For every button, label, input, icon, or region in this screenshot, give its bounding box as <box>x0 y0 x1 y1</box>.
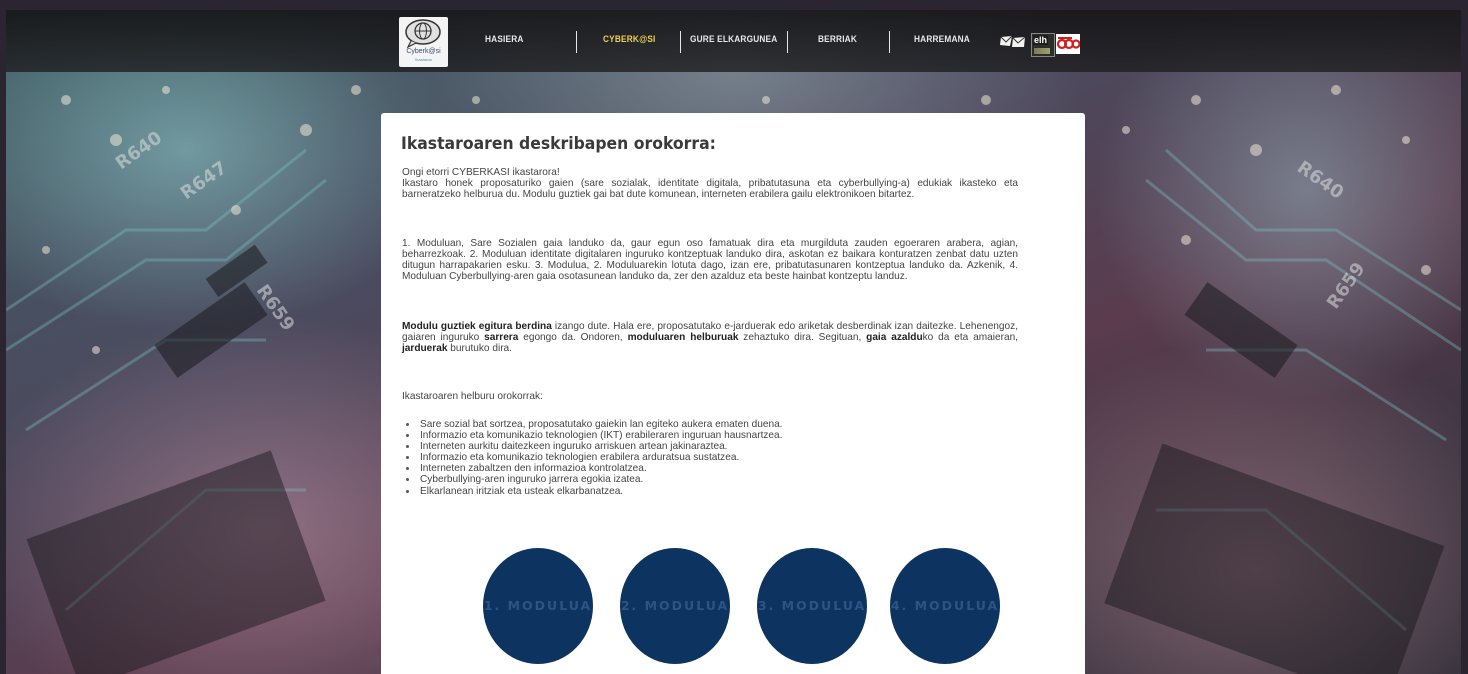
structure-bold-sarrera: sarrera <box>484 332 519 344</box>
page-title: Ikastaroaren deskribapen orokorra: <box>401 134 716 154</box>
structure-bold-helburuak: moduluaren helburuak <box>627 332 739 344</box>
logo-subtext: Ikastaroa <box>415 57 432 62</box>
structure-bold-azaldu: gaia azaldu <box>866 332 923 344</box>
module-4-button[interactable]: 4. MODULUA <box>890 548 1000 664</box>
structure-bold-jarduerak: jarduerak <box>402 343 448 355</box>
red-logo-icon[interactable] <box>1056 34 1080 54</box>
module-3-label: 3. MODULUA <box>757 598 867 613</box>
structure-text: zehaztuko dira. Segituan, <box>738 332 867 344</box>
structure-text: burutuko dira. <box>447 343 512 355</box>
module-2-label: 2. MODULUA <box>620 598 730 613</box>
intro-paragraph: Ongi etorri CYBERKASI ikastarora! Ikasta… <box>402 167 1018 200</box>
nav-divider <box>680 31 681 53</box>
nav-gure-elkargunea[interactable]: GURE ELKARGUNEA <box>690 34 777 44</box>
elh-label: elh <box>1033 35 1049 45</box>
list-item: Interneten zabaltzen den informazioa kon… <box>402 463 783 474</box>
objectives-list: Sare sozial bat sortzea, proposatutako g… <box>402 419 783 497</box>
svg-text:R647: R647 <box>177 157 231 204</box>
welcome-line: Ongi etorri CYBERKASI ikastarora! <box>402 167 560 178</box>
list-item: Elkarlanean iritziak eta usteak elkarban… <box>402 486 783 497</box>
svg-text:R640: R640 <box>112 127 166 174</box>
mail-icon[interactable] <box>1000 35 1026 48</box>
speech-bubbles-globe-icon <box>405 19 441 49</box>
module-4-label: 4. MODULUA <box>890 598 1000 613</box>
module-1-label: 1. MODULUA <box>483 598 593 613</box>
list-item: Informazio eta komunikazio teknologien (… <box>402 430 783 441</box>
cyberkasi-logo[interactable]: Cyberk@si Ikastaroa <box>399 17 448 67</box>
structure-text: egongo da. Ondoren, <box>518 332 628 344</box>
objectives-heading: Ikastaroaren helburu orokorrak: <box>402 391 543 402</box>
structure-text: ko da eta amaieran, <box>922 332 1018 344</box>
intro-body: Ikastaro honek proposaturiko gaien (sare… <box>402 178 1018 201</box>
list-item: Cyberbullying-aren inguruko jarrera egok… <box>402 474 783 485</box>
nav-harremana[interactable]: HARREMANA <box>914 34 970 44</box>
list-item: Sare sozial bat sortzea, proposatutako g… <box>402 419 783 430</box>
modules-paragraph: 1. Moduluan, Sare Sozialen gaia landuko … <box>402 238 1018 283</box>
elh-stripe <box>1034 48 1050 54</box>
nav-berriak[interactable]: BERRIAK <box>818 34 857 44</box>
module-1-button[interactable]: 1. MODULUA <box>483 548 593 664</box>
nav-hasiera[interactable]: HASIERA <box>485 34 524 44</box>
nav-divider <box>576 31 577 53</box>
svg-text:R640: R640 <box>1293 157 1347 204</box>
nav-cyberkasi[interactable]: CYBERK@SI <box>603 34 656 44</box>
module-3-button[interactable]: 3. MODULUA <box>757 548 867 664</box>
structure-bold-1: Modulu guztiek egitura berdina <box>402 321 552 332</box>
module-2-button[interactable]: 2. MODULUA <box>620 548 730 664</box>
nav-divider <box>787 31 788 53</box>
elh-icon[interactable]: elh <box>1031 33 1055 57</box>
structure-paragraph: Modulu guztiek egitura berdina izango du… <box>402 321 1018 354</box>
list-item: Informazio eta komunikazio teknologien e… <box>402 452 783 463</box>
logo-text: Cyberk@si <box>406 48 441 55</box>
list-item: Interneten aurkitu daitezkeen inguruko a… <box>402 441 783 452</box>
nav-divider <box>889 31 890 53</box>
